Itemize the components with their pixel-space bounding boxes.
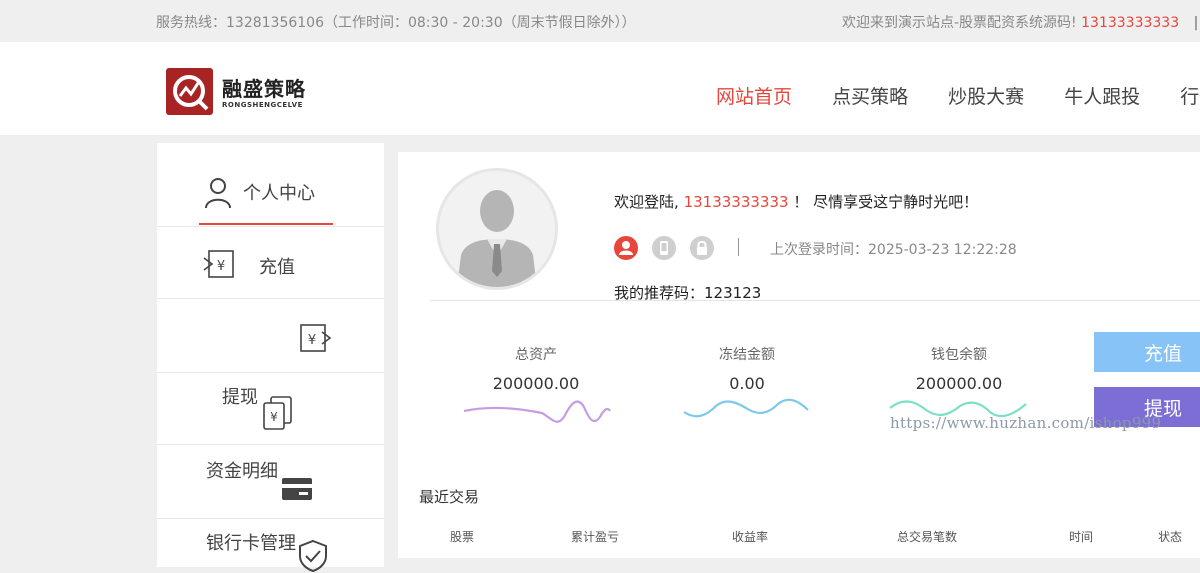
greeting-prefix: 欢迎登陆, [614,193,679,211]
wave-decoration-icon [683,398,809,418]
sidebar-item-fund-detail[interactable]: 资金明细 [157,445,384,519]
document-stack-icon: ¥ [263,396,292,430]
stat-frozen-amount: 冻结金额 0.00 [662,344,832,393]
logo-subtitle: RONGSHENGCELVE [222,101,303,109]
sidebar: 个人中心 ¥ 充值 ¥ 提现 ¥ 资金明细 银行卡管理 [157,143,384,573]
column-header: 累计盈亏 [571,530,620,544]
nav-item-follow[interactable]: 牛人跟投 [1064,86,1140,108]
stat-total-assets: 总资产 200000.00 [451,344,621,393]
avatar[interactable] [436,168,558,290]
logo-name: 融盛策略 [222,77,306,101]
sidebar-item-profile[interactable]: 个人中心 [157,143,384,227]
lock-icon[interactable] [690,236,714,260]
column-header: 总交易笔数 [897,530,958,544]
last-login-time: 2025-03-23 12:22:28 [868,242,1017,258]
stat-value: 200000.00 [492,374,580,393]
top-info-bar: 服务热线：13281356106（工作时间：08:30 - 20:30（周末节假… [0,0,1200,42]
nav-item-contest[interactable]: 炒股大赛 [948,86,1024,108]
section-divider [430,300,1200,301]
site-header: 融盛策略 RONGSHENGCELVE 网站首页 点买策略 炒股大赛 牛人跟投 … [0,42,1200,135]
shield-check-icon [299,539,327,573]
last-login: 上次登录时间：2025-03-23 12:22:28 [770,239,1017,259]
sidebar-item-label: 提现 [222,387,258,408]
wave-decoration-icon [463,400,611,423]
sidebar-item-withdraw-arrow[interactable]: ¥ [157,299,384,373]
column-header: 时间 [1069,530,1094,544]
stat-title: 总资产 [515,347,557,363]
svg-text:¥: ¥ [270,410,278,424]
nav-item-strategy[interactable]: 点买策略 [832,86,908,108]
card-icon [282,478,312,500]
stat-title: 冻结金额 [719,347,775,363]
user-verified-icon[interactable] [614,236,638,260]
avatar-silhouette-icon [457,190,537,287]
divider [738,238,739,256]
greeting-phone: 13133333333 [683,193,789,211]
verification-status: 上次登录时间：2025-03-23 12:22:28 [614,236,1064,262]
stat-wallet-balance: 钱包余额 200000.00 [874,344,1044,393]
stat-title: 钱包余额 [931,347,987,363]
sidebar-item-recharge[interactable]: ¥ 充值 [157,227,384,299]
last-login-label: 上次登录时间： [770,242,868,258]
sidebar-item-label: 充值 [259,257,295,278]
user-icon [205,178,231,209]
logo-chart-icon [173,75,209,111]
sidebar-item-label: 银行卡管理 [206,533,296,554]
phone-icon[interactable] [652,236,676,260]
site-logo[interactable]: 融盛策略 RONGSHENGCELVE [166,68,326,116]
recent-trades-title: 最近交易 [419,488,480,506]
column-header: 股票 [450,530,475,544]
stat-value: 0.00 [729,374,765,393]
recharge-icon: ¥ [203,250,234,278]
service-hotline: 服务热线：13281356106（工作时间：08:30 - 20:30（周末节假… [156,15,636,31]
welcome-text: 欢迎来到演示站点-股票配资系统源码! [842,15,1077,31]
nav-item-home[interactable]: 网站首页 [716,86,792,108]
sidebar-item-label: 资金明细 [206,461,278,482]
welcome-greeting: 欢迎登陆, 13133333333 ！ 尽情享受这宁静时光吧！ [614,191,978,212]
sidebar-item-bank-card[interactable]: 银行卡管理 [157,519,384,573]
stat-value: 200000.00 [915,374,1003,393]
welcome-message: 欢迎来到演示站点-股票配资系统源码! 13133333333 |退 [842,12,1200,32]
sidebar-item-withdraw[interactable]: 提现 ¥ [157,373,384,445]
watermark-text: https://www.huzhan.com/ishop999 [890,414,1162,432]
greeting-suffix: ！ 尽情享受这宁静时光吧！ [793,193,979,211]
withdraw-arrow-icon: ¥ [300,324,331,352]
column-header: 状态 [1158,530,1183,544]
sidebar-item-label: 个人中心 [243,183,315,204]
active-indicator [199,223,333,225]
recharge-button[interactable]: 充值 [1094,332,1200,372]
svg-text:¥: ¥ [217,259,225,274]
main-nav: 网站首页 点买策略 炒股大赛 牛人跟投 行情资 [716,82,1200,109]
column-header: 收益率 [732,530,769,544]
top-user-phone[interactable]: 13133333333 [1081,15,1179,31]
logo-mark [166,68,213,115]
nav-item-quotes[interactable]: 行情资 [1180,86,1200,108]
top-separator: | [1193,15,1199,31]
svg-text:¥: ¥ [308,333,316,348]
account-panel: 欢迎登陆, 13133333333 ！ 尽情享受这宁静时光吧！ 上次登录时间：2… [398,152,1200,558]
